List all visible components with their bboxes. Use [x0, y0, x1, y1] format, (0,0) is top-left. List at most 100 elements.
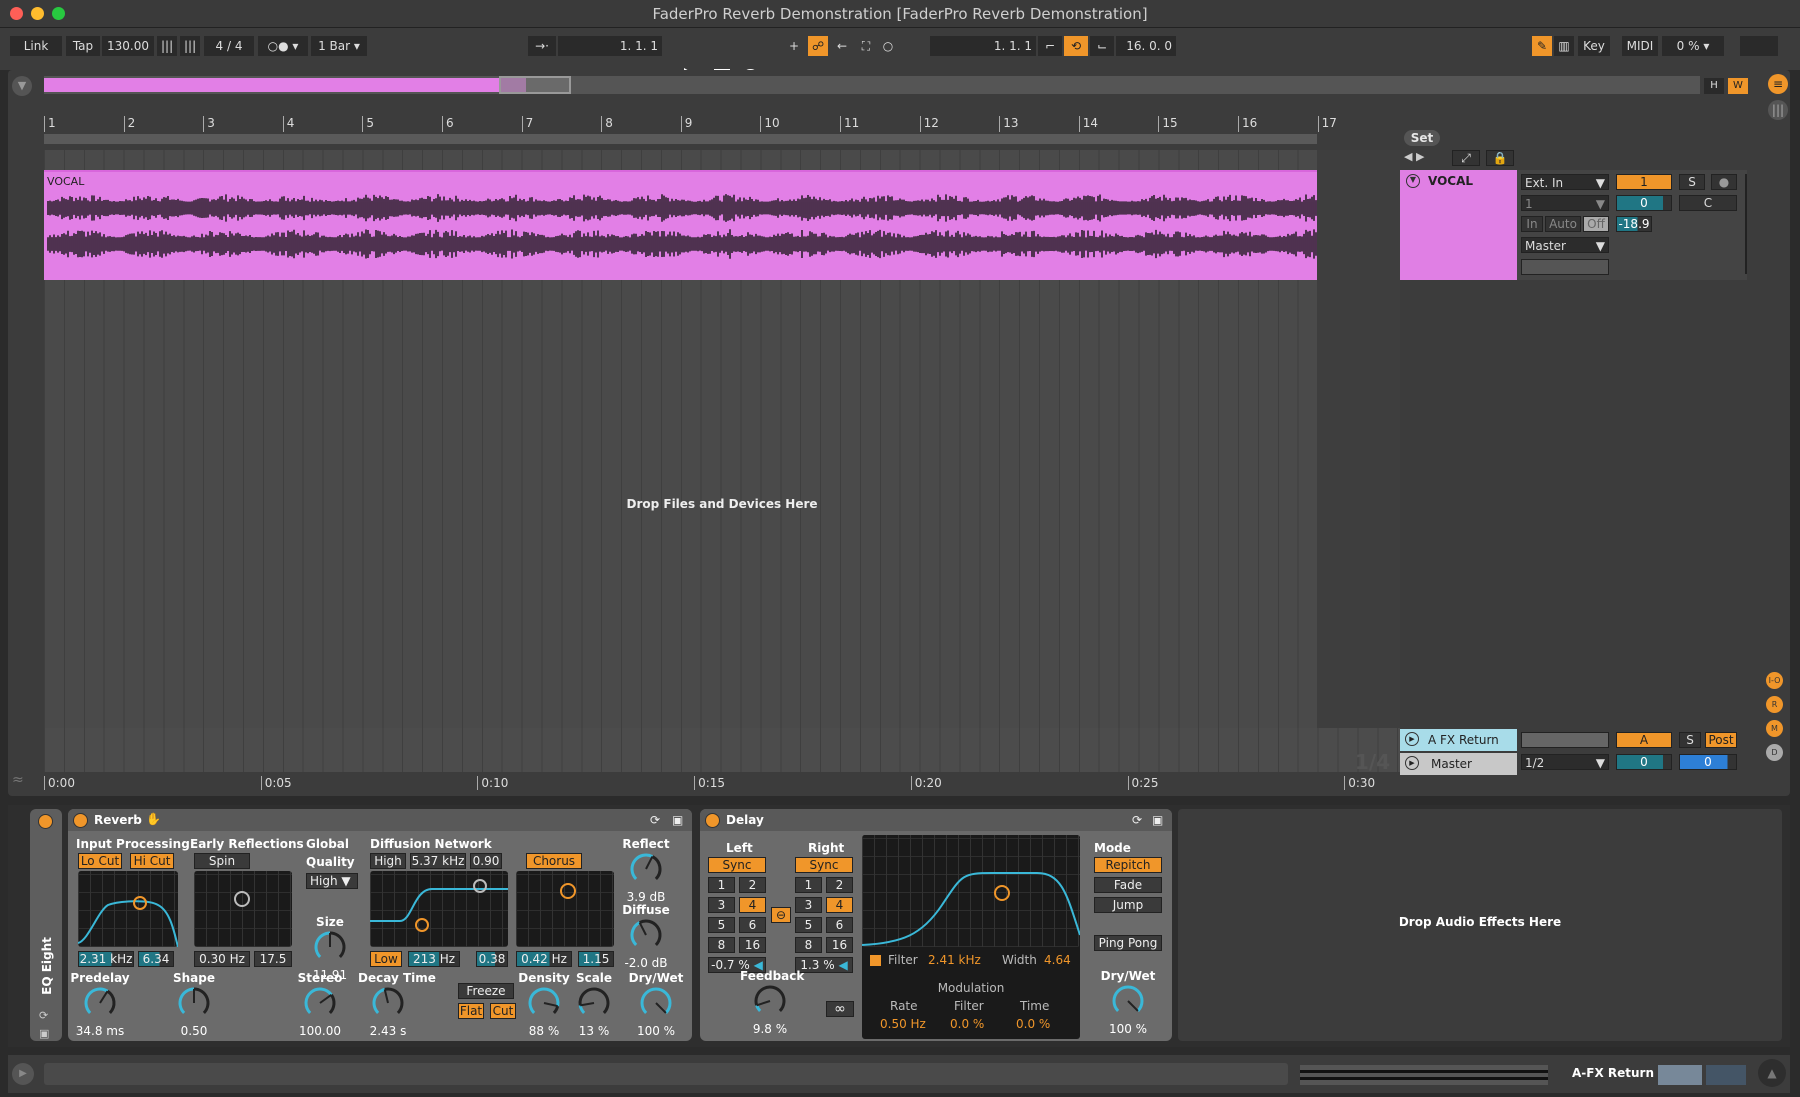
chorus-rate-field[interactable]: 0.42 Hz — [516, 951, 572, 967]
volume-field[interactable]: 0 — [1616, 195, 1672, 211]
tap-button[interactable]: Tap — [66, 36, 100, 56]
high-shelf-button[interactable]: High — [370, 853, 406, 869]
lo-cut-button[interactable]: Lo Cut — [78, 853, 122, 869]
right-division-5-button[interactable]: 5 — [795, 917, 822, 933]
right-division-6-button[interactable]: 6 — [826, 917, 853, 933]
left-division-16-button[interactable]: 16 — [739, 937, 766, 953]
shape-knob[interactable] — [176, 985, 212, 1021]
quality-select[interactable]: High ▼ — [306, 873, 358, 889]
feedback-knob[interactable] — [752, 983, 788, 1019]
detail-toggle-icon[interactable]: ▲ — [1758, 1059, 1786, 1087]
right-division-8-button[interactable]: 8 — [795, 937, 822, 953]
hot-swap-icon[interactable]: ⟳ — [650, 813, 660, 827]
mode-fade-button[interactable]: Fade — [1094, 877, 1162, 893]
info-toggle-icon[interactable]: ▶ — [12, 1063, 34, 1085]
master-volume-field[interactable]: 0 — [1616, 754, 1672, 770]
right-division-16-button[interactable]: 16 — [826, 937, 853, 953]
loop-switch-icon[interactable]: ⟲ — [1064, 36, 1088, 56]
high-freq-field[interactable]: 5.37 kHz — [410, 853, 466, 869]
arm-button[interactable]: ● — [1711, 174, 1737, 190]
overview-bar[interactable] — [44, 76, 1700, 94]
spin-amount-field[interactable]: 17.5 — [254, 951, 292, 967]
audio-clip-vocal[interactable]: VOCAL — [44, 170, 1317, 280]
monitor-in-button[interactable]: In — [1521, 216, 1543, 232]
save-preset-icon[interactable]: ▣ — [1152, 813, 1163, 827]
overview-toggle-icon[interactable]: ▼ — [12, 76, 32, 96]
rate-field[interactable]: 0.50 Hz — [880, 1017, 926, 1031]
zoom-button[interactable] — [52, 7, 65, 20]
w-button[interactable]: W — [1728, 78, 1748, 94]
delay-power-button[interactable] — [705, 813, 720, 828]
fold-icon[interactable]: ▼ — [1406, 174, 1420, 188]
input-q-field[interactable]: 6.34 — [138, 951, 174, 967]
loop-brace[interactable] — [44, 134, 1317, 144]
predelay-knob[interactable] — [82, 985, 118, 1021]
solo-button[interactable]: S — [1679, 174, 1705, 190]
h-button[interactable]: H — [1704, 78, 1724, 94]
filter-freq-field[interactable]: 2.41 kHz — [928, 953, 981, 967]
mixer-toggle-icon[interactable]: ||| — [1768, 100, 1788, 120]
metronome-icon[interactable]: ○● ▾ — [258, 36, 308, 56]
low-value-field[interactable]: 0.38 — [476, 951, 508, 967]
return-output-select[interactable] — [1521, 732, 1609, 748]
freeze-infinity-button[interactable]: ∞ — [826, 1001, 854, 1017]
right-division-1-button[interactable]: 1 — [795, 877, 822, 893]
toggle-i-o-button[interactable]: I-O — [1766, 672, 1783, 689]
quantize-select[interactable]: 1 Bar ▾ — [311, 36, 367, 56]
device-thumbnail-delay[interactable] — [1706, 1065, 1746, 1085]
reverb-drywet-knob[interactable] — [638, 985, 674, 1021]
hi-cut-button[interactable]: Hi Cut — [130, 853, 174, 869]
density-knob[interactable] — [526, 985, 562, 1021]
nudge-down-icon[interactable]: ||| — [157, 36, 177, 56]
toggle-d-button[interactable]: D — [1766, 744, 1783, 761]
follow-icon[interactable]: →· — [528, 36, 556, 56]
hot-swap-icon[interactable]: ⟳ — [39, 1009, 48, 1022]
delay-filter-display[interactable] — [861, 835, 1081, 947]
time-ruler[interactable]: 0:00 0:05 0:10 0:15 0:20 0:25 0:30 — [44, 772, 1400, 792]
track-header-master[interactable]: ▶ Master — [1400, 753, 1517, 775]
left-division-4-button[interactable]: 4 — [739, 897, 766, 913]
delay-drywet-knob[interactable] — [1110, 983, 1146, 1019]
filter-toggle[interactable] — [870, 955, 881, 966]
hot-swap-icon[interactable]: ⟳ — [1132, 813, 1142, 827]
play-icon[interactable]: ▶ — [1405, 732, 1419, 746]
left-division-6-button[interactable]: 6 — [739, 917, 766, 933]
size-knob[interactable] — [312, 929, 348, 965]
tempo-field[interactable]: 130.00 — [102, 36, 154, 56]
browser-menu-icon[interactable]: ≡ — [1768, 74, 1788, 94]
right-division-4-button[interactable]: 4 — [826, 897, 853, 913]
return-solo-button[interactable]: S — [1679, 732, 1701, 748]
left-sync-button[interactable]: Sync — [708, 857, 766, 873]
scale-knob[interactable] — [576, 985, 612, 1021]
device-thumbnail-reverb[interactable] — [1658, 1065, 1702, 1085]
automation-toggle-icon[interactable]: ≈ — [12, 772, 24, 788]
left-division-3-button[interactable]: 3 — [708, 897, 735, 913]
width-field[interactable]: 4.64 — [1044, 953, 1071, 967]
nudge-up-icon[interactable]: ||| — [180, 36, 200, 56]
diffusion-display[interactable] — [370, 871, 508, 947]
eq-eight-device-folded[interactable]: EQ Eight ⟳ ▣ — [30, 809, 62, 1041]
input-type-select[interactable]: Ext. In ▼ — [1521, 174, 1609, 190]
decay-knob[interactable] — [370, 985, 406, 1021]
input-channel-select[interactable]: 1 ▼ — [1521, 195, 1609, 211]
left-division-5-button[interactable]: 5 — [708, 917, 735, 933]
monitor-auto-button[interactable]: Auto — [1545, 216, 1581, 232]
punch-out-icon[interactable]: ⌙ — [1090, 36, 1114, 56]
left-division-8-button[interactable]: 8 — [708, 937, 735, 953]
left-division-2-button[interactable]: 2 — [739, 877, 766, 893]
flat-button[interactable]: Flat — [458, 1003, 484, 1019]
master-pan-field[interactable]: 0 — [1679, 754, 1737, 770]
input-filter-display[interactable] — [77, 871, 179, 948]
back-to-arrangement-icon[interactable]: ← — [832, 36, 852, 56]
save-preset-icon[interactable]: ▣ — [39, 1027, 49, 1040]
spin-display[interactable] — [194, 871, 292, 947]
stereo-knob[interactable] — [302, 985, 338, 1021]
freeze-button[interactable]: Freeze — [458, 983, 514, 999]
loop-start-field[interactable]: 1. 1. 1 — [930, 36, 1036, 56]
output-channel-select[interactable] — [1521, 259, 1609, 275]
lock-icon[interactable]: 🔒 — [1486, 150, 1514, 166]
nav-arrows-icon[interactable]: ◀ ▶ — [1404, 150, 1424, 163]
diffuse-knob[interactable] — [628, 917, 664, 953]
overdub-icon[interactable]: + — [784, 36, 804, 56]
beat-ruler[interactable]: 1 2 3 4 5 6 7 8 9 10 11 12 13 14 15 16 17 — [44, 116, 1400, 134]
